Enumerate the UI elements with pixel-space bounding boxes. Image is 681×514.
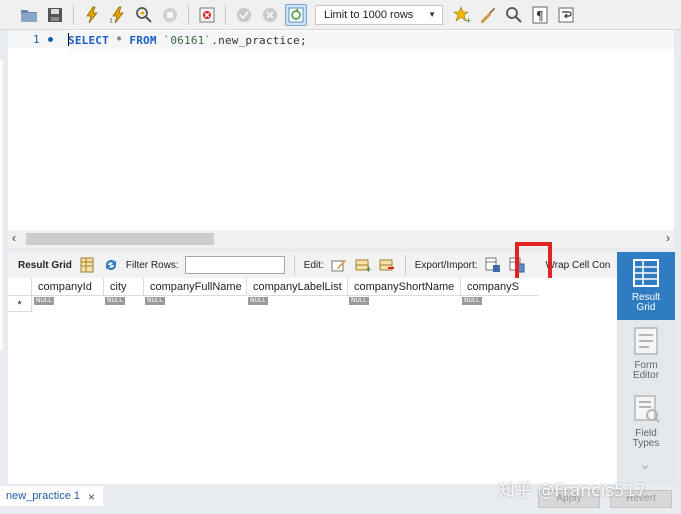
toolbar-separator — [225, 4, 226, 25]
commit-icon[interactable] — [233, 4, 255, 26]
sql-schema-name: `06161` — [156, 34, 212, 47]
watermark: 知乎 @Francis517 — [498, 481, 647, 501]
scrollbar-thumb[interactable] — [26, 233, 214, 245]
sql-keyword-select: SELECT — [68, 34, 109, 47]
horizontal-scrollbar[interactable]: ‹ › — [8, 230, 674, 248]
invisible-chars-icon[interactable]: ¶ — [529, 4, 551, 26]
execute-icon[interactable] — [81, 4, 103, 26]
refresh-icon[interactable] — [102, 256, 120, 274]
delete-row-icon[interactable] — [378, 256, 396, 274]
line-gutter: 1 — [8, 30, 68, 48]
sql-table-name: .new_practice; — [211, 34, 307, 47]
filter-rows-input[interactable] — [184, 256, 285, 274]
sql-star: * — [108, 34, 130, 47]
scroll-right-icon[interactable]: › — [666, 231, 670, 245]
column-header[interactable]: city — [104, 278, 144, 296]
sql-editor-toolbar: I Limit to 1000 rows ▼ + ¶ — [0, 0, 681, 30]
word-wrap-icon[interactable] — [555, 4, 577, 26]
column-header[interactable]: companyId — [32, 278, 104, 296]
limit-rows-select[interactable]: Limit to 1000 rows ▼ — [315, 4, 443, 25]
toolbar-separator — [188, 4, 189, 25]
chevron-down-icon: ▼ — [428, 10, 436, 19]
rollback-icon[interactable] — [259, 4, 281, 26]
save-icon[interactable] — [44, 4, 66, 26]
null-badge[interactable]: NULL — [349, 297, 369, 305]
null-badge[interactable]: NULL — [248, 297, 268, 305]
result-grid[interactable]: companyId city companyFullName companyLa… — [8, 278, 617, 484]
svg-text:¶: ¶ — [536, 9, 544, 23]
result-tab-label: new_practice 1 — [6, 490, 80, 502]
bookmark-icon[interactable]: + — [451, 4, 473, 26]
side-item-label: Grid — [636, 302, 656, 313]
field-types-icon — [634, 395, 660, 423]
side-item-field-types[interactable]: Field Types — [617, 388, 675, 456]
scroll-left-icon[interactable]: ‹ — [12, 231, 16, 245]
sql-keyword-from: FROM — [129, 34, 157, 47]
execute-current-icon[interactable]: I — [107, 4, 129, 26]
toolbar-separator — [293, 255, 295, 275]
explain-icon[interactable] — [133, 4, 155, 26]
result-grid-icon — [633, 259, 659, 287]
column-header[interactable]: companyFullName — [144, 278, 247, 296]
new-row-marker: * — [8, 296, 32, 312]
column-header[interactable]: companyShortName — [348, 278, 461, 296]
autocommit-icon[interactable] — [285, 3, 307, 26]
null-badge[interactable]: NULL — [105, 297, 125, 305]
toolbar-separator — [404, 255, 406, 275]
export-icon[interactable] — [484, 256, 502, 274]
result-side-panel: Result Grid Form Editor Field Types ⌄ — [617, 252, 675, 484]
limit-rows-value: Limit to 1000 rows — [324, 8, 414, 21]
line-number: 1 — [33, 33, 40, 46]
wrap-cell-content-label[interactable]: Wrap Cell Con — [546, 260, 611, 271]
null-badge[interactable]: NULL — [34, 297, 54, 305]
export-import-label: Export/Import: — [414, 259, 478, 271]
open-folder-icon[interactable] — [18, 4, 40, 26]
side-item-result-grid[interactable]: Result Grid — [617, 252, 675, 320]
toolbar-separator — [73, 4, 74, 25]
sql-editor[interactable]: 1 SELECT * FROM `06161`.new_practice; — [8, 30, 674, 230]
edit-row-icon[interactable] — [330, 256, 348, 274]
filter-rows-label: Filter Rows: — [125, 259, 179, 271]
svg-text:+: + — [365, 265, 371, 273]
null-badge[interactable]: NULL — [462, 297, 482, 305]
svg-text:I: I — [110, 17, 112, 24]
toggle-error-icon[interactable] — [196, 4, 218, 26]
grid-view-icon[interactable] — [78, 256, 96, 274]
statement-marker-icon — [48, 37, 53, 42]
svg-text:+: + — [465, 16, 471, 24]
beautify-icon[interactable] — [477, 4, 499, 26]
side-item-label: Editor — [632, 370, 660, 381]
form-editor-icon — [634, 327, 658, 355]
left-edge — [0, 30, 8, 350]
side-item-form-editor[interactable]: Form Editor — [617, 320, 675, 388]
edit-label: Edit: — [303, 259, 324, 271]
grid-corner — [8, 278, 32, 296]
side-item-label: Types — [632, 438, 660, 449]
column-header[interactable]: companyLabelList — [247, 278, 348, 296]
result-grid-label: Result Grid — [18, 259, 72, 271]
close-icon[interactable]: × — [88, 490, 95, 504]
find-icon[interactable] — [503, 4, 525, 26]
add-row-icon[interactable]: + — [354, 256, 372, 274]
chevron-down-icon[interactable]: ⌄ — [639, 456, 651, 473]
column-header[interactable]: companyS — [461, 278, 539, 296]
code-line[interactable]: SELECT * FROM `06161`.new_practice; — [68, 31, 674, 49]
null-badge[interactable]: NULL — [145, 297, 165, 305]
stop-icon[interactable] — [159, 4, 181, 26]
